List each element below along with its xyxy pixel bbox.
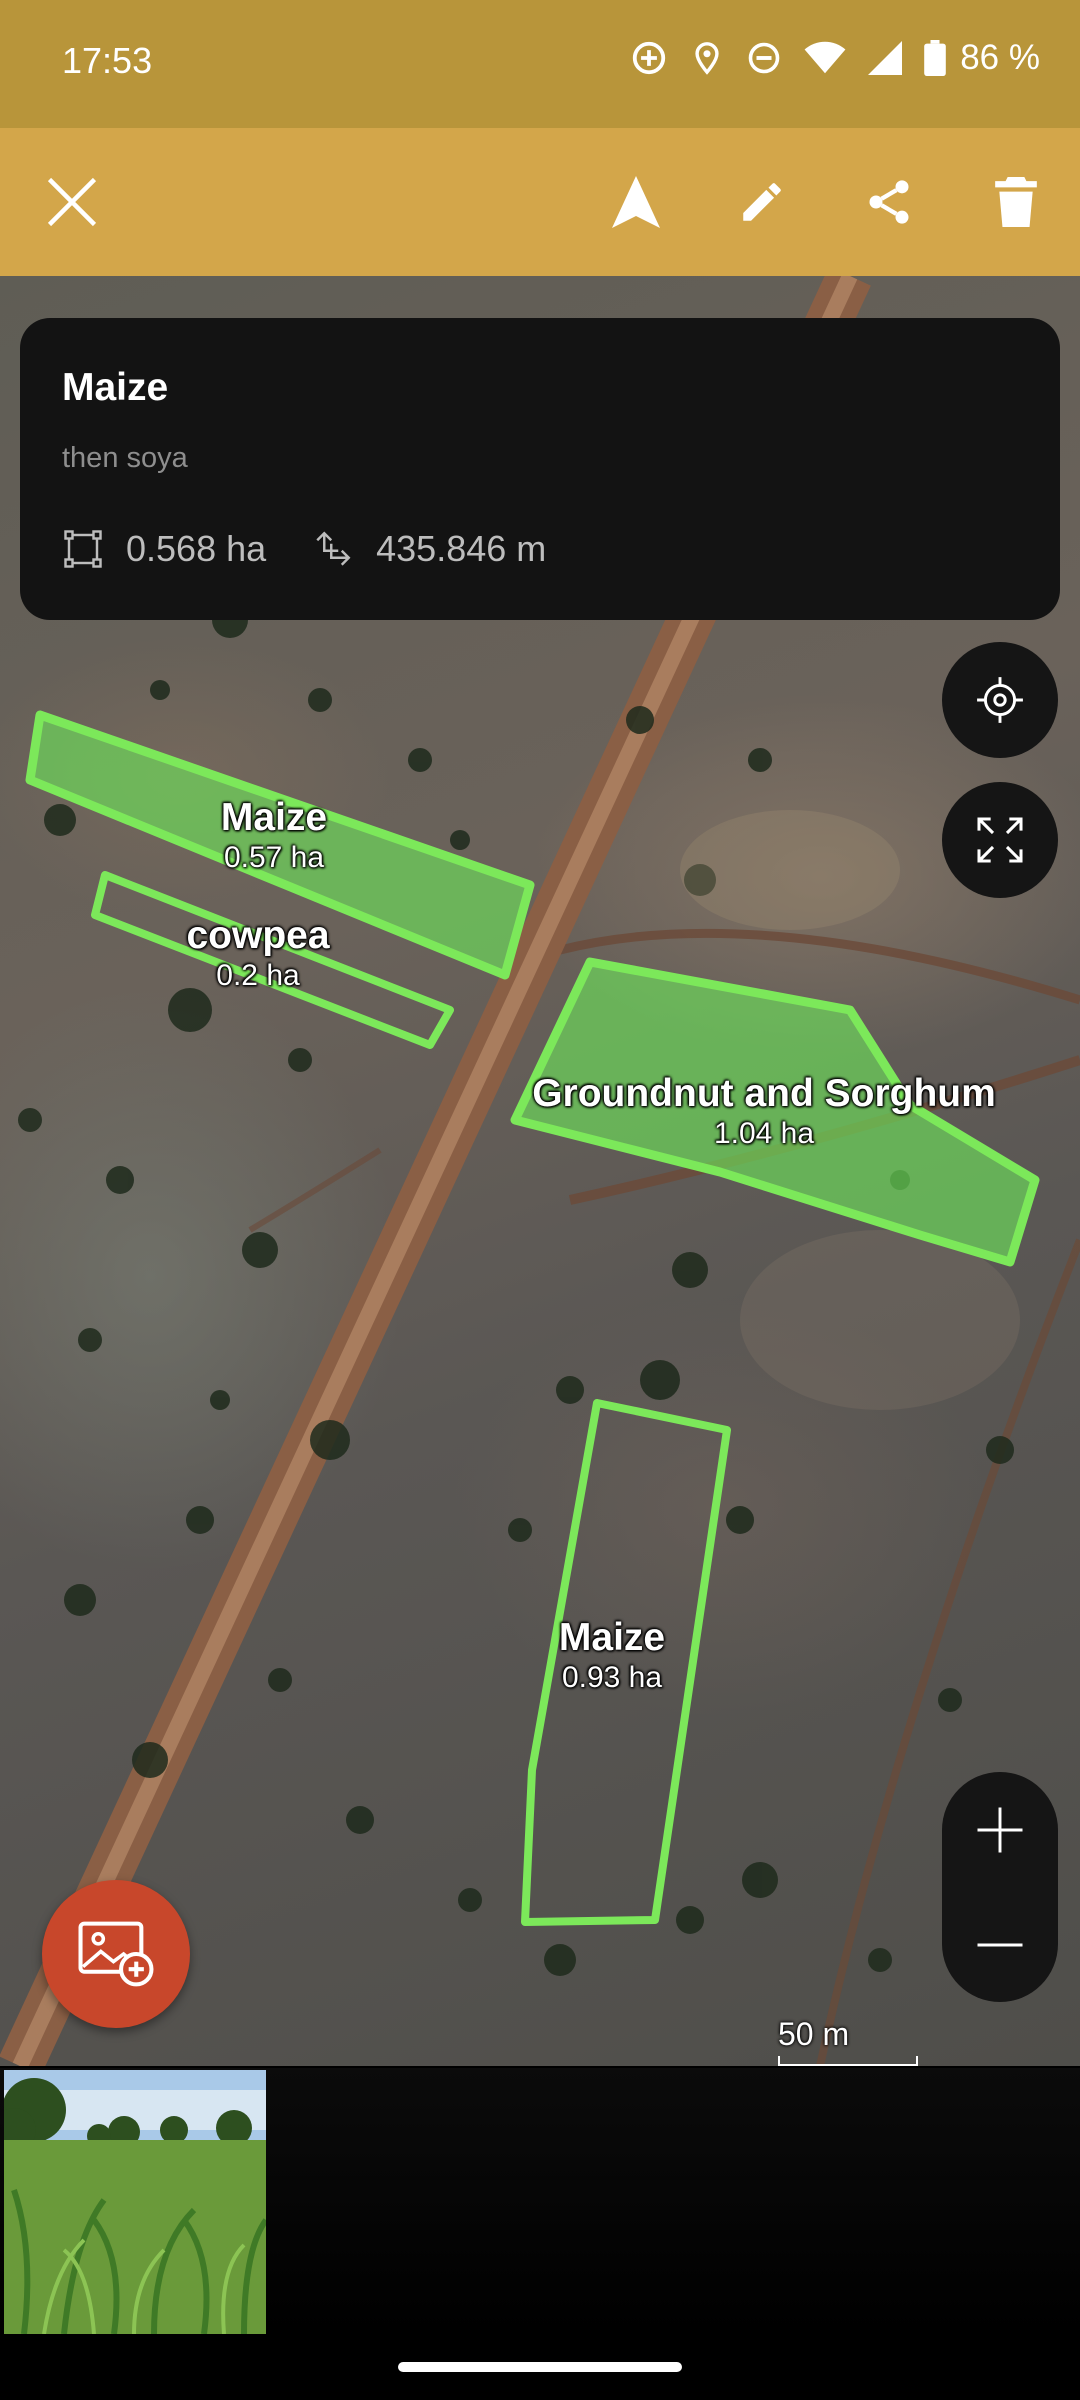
navigate-button[interactable] — [592, 158, 680, 246]
crop-photo — [4, 2070, 266, 2334]
edit-button[interactable] — [718, 158, 806, 246]
perimeter-icon — [316, 531, 351, 566]
close-icon — [47, 177, 97, 227]
field-area: 0.57 ha — [223, 840, 325, 874]
do-not-disturb-icon — [748, 42, 780, 74]
field-name: Groundnut and Sorghum — [532, 1072, 996, 1115]
crosshair-icon — [977, 677, 1023, 723]
battery-percentage: 86 % — [960, 38, 1040, 77]
field-stats: 0.568 ha 435.846 m — [62, 528, 592, 570]
field-area: 1.04 ha — [713, 1116, 815, 1150]
field-info-card[interactable]: Maize then soya 0.568 ha 435.846 m — [20, 318, 1060, 620]
field-name: cowpea — [186, 914, 330, 957]
data-saver-icon — [633, 41, 666, 75]
field-photo-thumbnail[interactable] — [4, 2070, 266, 2334]
signal-icon — [868, 41, 903, 75]
field-name: Maize — [220, 796, 328, 839]
field-name: Maize — [558, 1616, 666, 1659]
perimeter-value: 435.846 m — [376, 528, 547, 569]
status-bar: 17:53 86 % — [0, 0, 1080, 128]
close-button[interactable] — [28, 158, 116, 246]
minus-icon — [977, 1943, 1023, 1946]
add-photo-button[interactable] — [42, 1880, 190, 2028]
status-icons: 86 % — [630, 38, 1040, 78]
share-icon — [869, 180, 909, 224]
delete-button[interactable] — [972, 158, 1060, 246]
plus-icon — [977, 1807, 1023, 1852]
trash-icon — [995, 177, 1037, 227]
field-area: 0.2 ha — [216, 958, 300, 992]
field-label-maize-1[interactable]: Maize 0.57 ha — [221, 796, 327, 875]
toolbar — [0, 128, 1080, 276]
battery-icon — [924, 40, 947, 76]
field-area: 0.93 ha — [561, 1660, 663, 1694]
zoom-controls — [942, 1772, 1058, 2002]
field-label-cowpea[interactable]: cowpea 0.2 ha — [186, 914, 329, 993]
scale-bar — [778, 2056, 918, 2066]
perimeter-stat: 435.846 m — [312, 528, 546, 570]
location-icon — [695, 42, 719, 75]
navigation-arrow-icon — [612, 176, 660, 228]
zoom-in-button[interactable] — [942, 1772, 1058, 1887]
wifi-icon — [804, 41, 846, 74]
fit-bounds-button[interactable] — [942, 782, 1058, 898]
home-gesture-handle[interactable] — [398, 2362, 682, 2372]
field-title: Maize — [62, 366, 169, 409]
share-button[interactable] — [845, 158, 933, 246]
my-location-button[interactable] — [942, 642, 1058, 758]
pencil-icon — [743, 183, 781, 221]
field-label-maize-2[interactable]: Maize 0.93 ha — [559, 1616, 665, 1695]
zoom-out-button[interactable] — [942, 1887, 1058, 2002]
area-icon — [64, 530, 102, 568]
area-stat: 0.568 ha — [62, 528, 266, 570]
area-value: 0.568 ha — [126, 528, 267, 569]
field-description: then soya — [62, 442, 188, 474]
add-photo-icon — [78, 1921, 154, 1987]
scale-label: 50 m — [778, 2016, 850, 2052]
field-label-groundnut-sorghum[interactable]: Groundnut and Sorghum 1.04 ha — [532, 1072, 996, 1151]
expand-icon — [977, 817, 1023, 863]
status-time: 17:53 — [62, 40, 153, 81]
